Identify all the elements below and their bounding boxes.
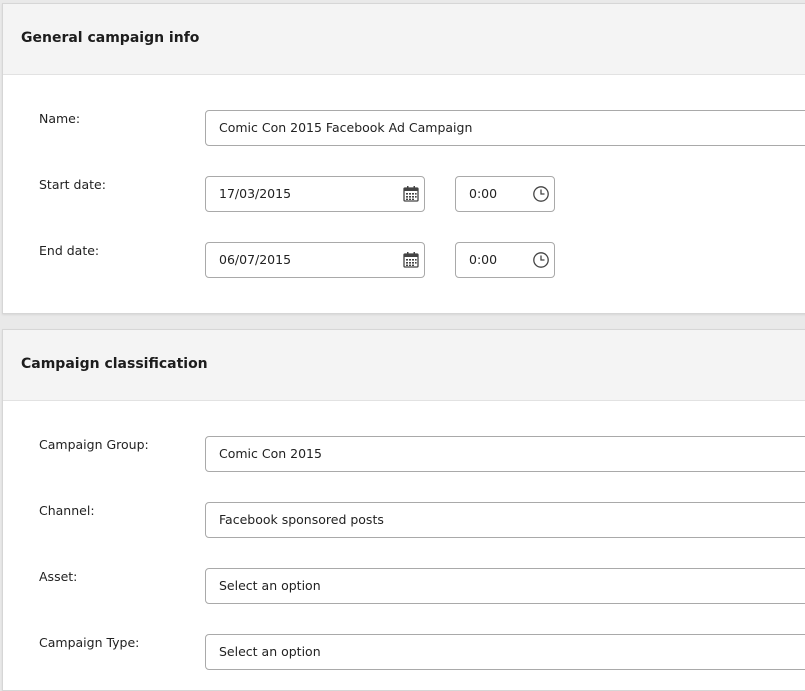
- campaign-classification-card: Campaign classification Campaign Group: …: [2, 329, 805, 691]
- general-campaign-info-header: General campaign info: [3, 4, 805, 75]
- start-date-input[interactable]: 17/03/2015: [205, 176, 425, 212]
- end-time-value: 0:00: [469, 252, 498, 267]
- campaign-group-select[interactable]: Comic Con 2015: [205, 436, 805, 472]
- channel-select[interactable]: Facebook sponsored posts: [205, 502, 805, 538]
- start-date-value: 17/03/2015: [219, 186, 292, 201]
- campaign-type-select[interactable]: Select an option: [205, 634, 805, 670]
- name-label: Name:: [39, 111, 81, 126]
- asset-select[interactable]: Select an option: [205, 568, 805, 604]
- channel-label: Channel:: [39, 503, 95, 518]
- clock-icon[interactable]: [532, 185, 550, 203]
- campaign-classification-title: Campaign classification: [21, 356, 208, 372]
- calendar-icon[interactable]: [402, 185, 420, 203]
- end-date-value: 06/07/2015: [219, 252, 292, 267]
- general-campaign-info-title: General campaign info: [21, 30, 200, 46]
- end-date-input[interactable]: 06/07/2015: [205, 242, 425, 278]
- asset-label: Asset:: [39, 569, 78, 584]
- campaign-type-label: Campaign Type:: [39, 635, 140, 650]
- start-time-value: 0:00: [469, 186, 498, 201]
- general-campaign-info-card: General campaign info Name: Comic Con 20…: [2, 3, 805, 314]
- calendar-icon[interactable]: [402, 251, 420, 269]
- clock-icon[interactable]: [532, 251, 550, 269]
- end-time-input[interactable]: 0:00: [455, 242, 555, 278]
- name-input[interactable]: Comic Con 2015 Facebook Ad Campaign: [205, 110, 805, 146]
- campaign-classification-header: Campaign classification: [3, 330, 805, 401]
- campaign-group-label: Campaign Group:: [39, 437, 149, 452]
- start-time-input[interactable]: 0:00: [455, 176, 555, 212]
- end-date-label: End date:: [39, 243, 100, 258]
- start-date-label: Start date:: [39, 177, 106, 192]
